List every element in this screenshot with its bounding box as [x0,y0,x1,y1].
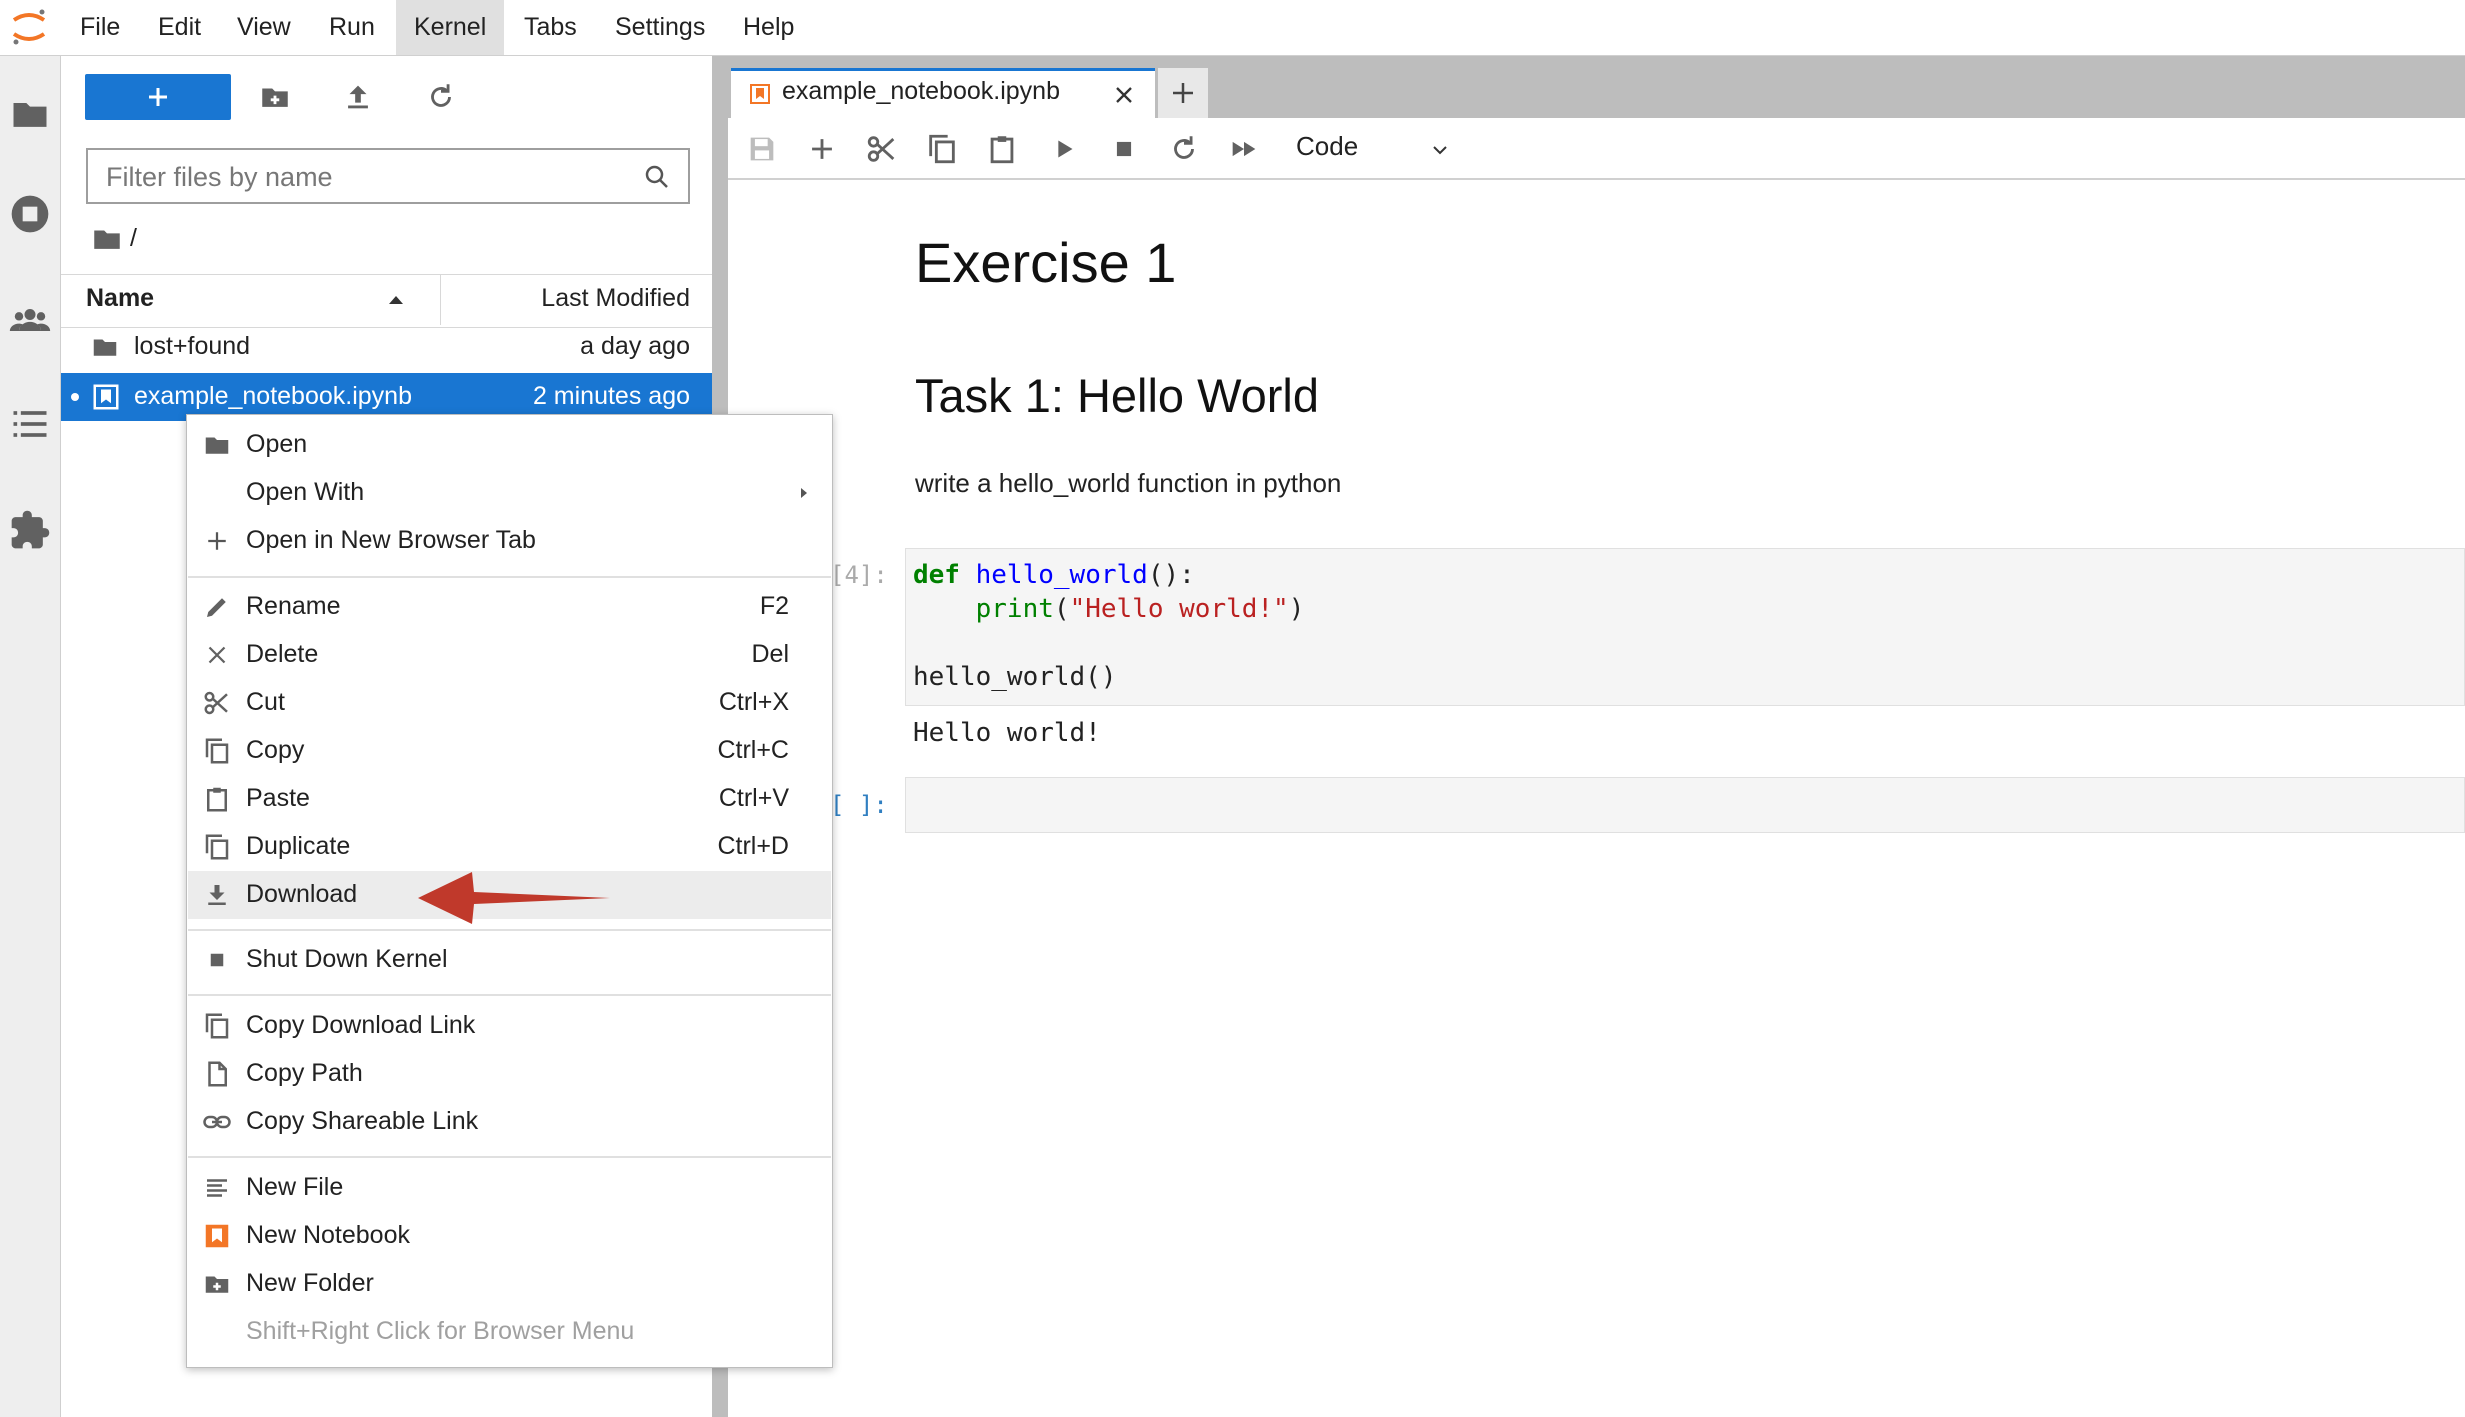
cell-prompt: [4]: [830,561,888,589]
running-indicator [71,393,79,401]
markdown-paragraph: write a hello_world function in python [915,468,1342,498]
text-file-icon [202,1173,232,1203]
chevron-down-icon[interactable] [1428,138,1452,162]
menu-shut-down-kernel[interactable]: Shut Down Kernel [188,936,831,984]
menu-new-notebook[interactable]: New Notebook [188,1212,831,1260]
refresh-icon[interactable] [424,80,458,114]
search-icon [642,162,672,192]
copy-icon [202,736,232,766]
notebook-icon [748,82,772,106]
save-icon[interactable] [745,132,779,166]
link-icon [202,1107,232,1137]
menu-new-file[interactable]: New File [188,1164,831,1212]
restart-icon[interactable] [1167,132,1201,166]
close-tab-icon[interactable] [1110,81,1138,109]
pencil-icon [202,592,232,622]
scissors-icon [202,688,232,718]
folder-icon [202,430,232,460]
copy-icon [202,832,232,862]
file-name: lost+found [134,332,251,360]
menu-new-folder[interactable]: New Folder [188,1260,831,1308]
menu-tabs[interactable]: Tabs [506,0,595,55]
scissors-icon[interactable] [865,132,899,166]
empty-code-cell[interactable] [905,777,2465,833]
file-modified: 2 minutes ago [532,382,690,410]
download-icon [202,880,232,910]
breadcrumb-root[interactable]: / [130,224,137,253]
run-icon[interactable] [1047,132,1081,166]
file-icon [202,1059,232,1089]
menu-open-new-tab[interactable]: Open in New Browser Tab [188,517,831,565]
menu-run[interactable]: Run [311,0,393,55]
menu-settings[interactable]: Settings [597,0,723,55]
file-modified: a day ago [580,332,690,360]
activity-bar [0,56,61,1417]
menu-paste[interactable]: Paste Ctrl+V [188,775,831,823]
new-tab-button[interactable] [1158,68,1208,118]
menu-kernel[interactable]: Kernel [396,0,505,55]
code-line-2: print("Hello world!") [975,594,1305,624]
annotation-arrow-icon [414,862,614,932]
new-folder-icon [202,1269,232,1299]
submenu-arrow-icon [799,487,809,499]
notebook-icon [91,382,121,412]
new-folder-icon[interactable] [258,80,292,114]
cell-type-select[interactable]: Code [1296,131,1358,162]
menu-help[interactable]: Help [725,0,812,55]
code-line-1: def hello_world(): [913,560,1195,590]
menubar: File Edit View Run Kernel Tabs Settings … [0,0,2465,56]
menu-browser-menu-hint: Shift+Right Click for Browser Menu [246,1317,635,1345]
stop-icon [202,945,232,975]
jupyter-logo-icon[interactable] [8,6,50,48]
notebook-icon [202,1221,232,1251]
menu-copy-path[interactable]: Copy Path [188,1050,831,1098]
cell-output: Hello world! [913,718,1101,748]
folder-icon[interactable] [8,92,52,136]
plus-icon [202,526,232,556]
collaborators-icon[interactable] [8,298,52,342]
copy-icon [202,1011,232,1041]
file-name: example_notebook.ipynb [134,382,412,410]
menu-copy[interactable]: Copy Ctrl+C [188,727,831,775]
menu-view[interactable]: View [219,0,309,55]
extensions-icon[interactable] [8,508,52,552]
markdown-heading-2: Task 1: Hello World [915,369,1319,422]
stop-icon[interactable] [1107,132,1141,166]
menu-copy-shareable-link[interactable]: Copy Shareable Link [188,1098,831,1146]
tab-label: example_notebook.ipynb [782,77,1060,105]
column-modified-header[interactable]: Last Modified [450,284,690,313]
menu-cut[interactable]: Cut Ctrl+X [188,679,831,727]
add-cell-icon[interactable] [805,132,839,166]
menu-file[interactable]: File [62,0,138,55]
menu-open-with[interactable]: Open With [188,469,831,517]
close-icon [202,640,232,670]
menu-copy-download-link[interactable]: Copy Download Link [188,1002,831,1050]
column-name-header[interactable]: Name [86,284,154,313]
fast-forward-icon[interactable] [1227,132,1261,166]
file-row-lost-found[interactable]: lost+found a day ago [61,323,712,371]
running-kernels-icon[interactable] [8,192,52,236]
folder-icon [90,332,120,362]
home-folder-icon[interactable] [90,222,124,256]
copy-icon[interactable] [925,132,959,166]
new-launcher-button[interactable] [85,74,231,120]
paste-icon[interactable] [985,132,1019,166]
filter-files-input[interactable]: Filter files by name [86,148,690,204]
cell-prompt-empty: [ ]: [830,791,888,819]
code-line-4: hello_world() [913,662,1117,692]
menu-edit[interactable]: Edit [140,0,219,55]
menu-open[interactable]: Open [188,421,831,469]
upload-icon[interactable] [341,80,375,114]
menu-separator [188,994,831,996]
sort-ascending-icon [386,292,406,306]
table-of-contents-icon[interactable] [8,402,52,446]
paste-icon [202,784,232,814]
menu-separator [188,1156,831,1158]
header-divider [440,275,441,325]
filter-placeholder: Filter files by name [106,162,333,192]
menu-rename[interactable]: Rename F2 [188,583,831,631]
markdown-heading-1: Exercise 1 [915,231,1177,294]
menu-delete[interactable]: Delete Del [188,631,831,679]
menu-separator [188,576,831,578]
